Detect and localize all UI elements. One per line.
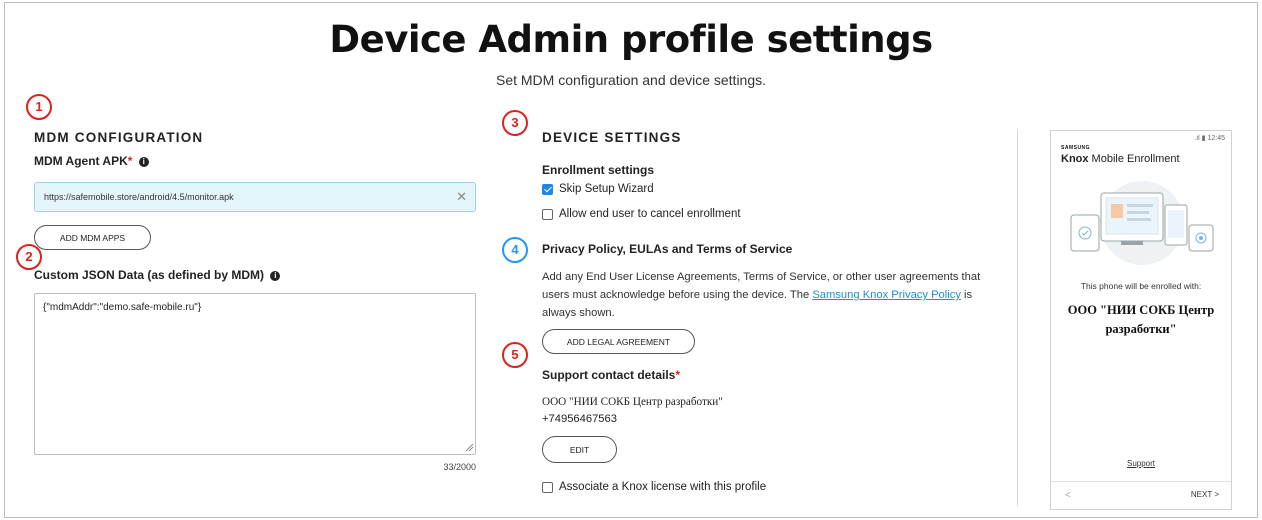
required-asterisk: *: [127, 154, 133, 168]
mdm-agent-apk-label: MDM Agent APK* i: [34, 154, 149, 168]
privacy-policy-label: Privacy Policy, EULAs and Terms of Servi…: [542, 242, 793, 256]
required-asterisk: *: [675, 368, 681, 382]
add-legal-agreement-button[interactable]: ADD LEGAL AGREEMENT: [542, 329, 695, 354]
mdm-agent-apk-input[interactable]: https://safemobile.store/android/4.5/mon…: [34, 182, 476, 212]
phone-preview: .ıl ▮ 12:45 SAMSUNG Knox Mobile Enrollme…: [1050, 130, 1232, 510]
mdm-configuration-heading: MDM CONFIGURATION: [34, 130, 204, 145]
privacy-policy-description: Add any End User License Agreements, Ter…: [542, 268, 982, 322]
samsung-logo: SAMSUNG: [1061, 145, 1091, 151]
resize-handle-icon[interactable]: [464, 442, 474, 452]
info-icon[interactable]: i: [138, 156, 149, 167]
mdm-agent-apk-value: https://safemobile.store/android/4.5/mon…: [44, 192, 234, 202]
custom-json-label: Custom JSON Data (as defined by MDM) i: [34, 268, 281, 282]
json-character-counter: 33/2000: [443, 462, 476, 472]
support-contact-label-text: Support contact details: [542, 368, 676, 382]
previous-button[interactable]: <: [1065, 490, 1071, 501]
associate-knox-license-option[interactable]: Associate a Knox license with this profi…: [542, 481, 766, 493]
samsung-knox-privacy-link[interactable]: Samsung Knox Privacy Policy: [812, 289, 961, 301]
custom-json-textarea[interactable]: {"mdmAddr":"demo.safe-mobile.ru"}: [34, 293, 476, 455]
knox-title-bold: Knox: [1061, 153, 1089, 165]
annotation-marker-1: 1: [26, 94, 52, 120]
custom-json-label-text: Custom JSON Data (as defined by MDM): [34, 268, 265, 282]
associate-knox-license-label: Associate a Knox license with this profi…: [559, 481, 767, 493]
skip-setup-wizard-checkbox[interactable]: [542, 183, 553, 195]
annotation-marker-2: 2: [16, 244, 42, 270]
preview-company-name: ООО "НИИ СОКБ Центр разработки": [1067, 303, 1215, 336]
edit-support-button[interactable]: EDIT: [542, 436, 617, 463]
annotation-marker-5: 5: [502, 342, 528, 368]
knox-title-rest: Mobile Enrollment: [1088, 153, 1180, 165]
annotation-marker-3: 3: [502, 110, 528, 136]
device-settings-heading: DEVICE SETTINGS: [542, 130, 682, 145]
page-title: Device Admin profile settings: [329, 18, 933, 61]
preview-support-link[interactable]: Support: [1051, 459, 1231, 468]
mdm-agent-apk-label-text: MDM Agent APK: [34, 154, 128, 168]
allow-cancel-enrollment-checkbox[interactable]: [542, 208, 553, 220]
enrollment-settings-label: Enrollment settings: [542, 163, 655, 177]
preview-footer: < NEXT >: [1051, 481, 1231, 509]
knox-mobile-enrollment-title: Knox Mobile Enrollment: [1061, 153, 1180, 165]
column-divider: [1017, 130, 1018, 506]
info-icon[interactable]: i: [270, 270, 281, 281]
devices-illustration-icon: [1070, 181, 1214, 265]
associate-knox-license-checkbox[interactable]: [542, 481, 553, 493]
support-phone: +74956467563: [542, 413, 617, 425]
page-subtitle: Set MDM configuration and device setting…: [495, 72, 767, 88]
enrolled-with-text: This phone will be enrolled with:: [1080, 281, 1202, 291]
allow-cancel-enrollment-option[interactable]: Allow end user to cancel enrollment: [542, 208, 741, 220]
annotation-marker-4: 4: [502, 237, 528, 263]
clear-icon[interactable]: ✕: [456, 189, 467, 205]
next-button[interactable]: NEXT >: [1191, 490, 1219, 499]
add-mdm-apps-button[interactable]: ADD MDM APPS: [34, 225, 151, 250]
support-contact-label: Support contact details*: [542, 368, 680, 382]
phone-status-bar: .ıl ▮ 12:45: [1194, 135, 1225, 142]
skip-setup-wizard-option[interactable]: Skip Setup Wizard: [542, 183, 654, 195]
allow-cancel-enrollment-label: Allow end user to cancel enrollment: [559, 208, 741, 220]
support-company-name: ООО "НИИ СОКБ Центр разработки": [542, 396, 723, 408]
skip-setup-wizard-label: Skip Setup Wizard: [559, 183, 654, 195]
